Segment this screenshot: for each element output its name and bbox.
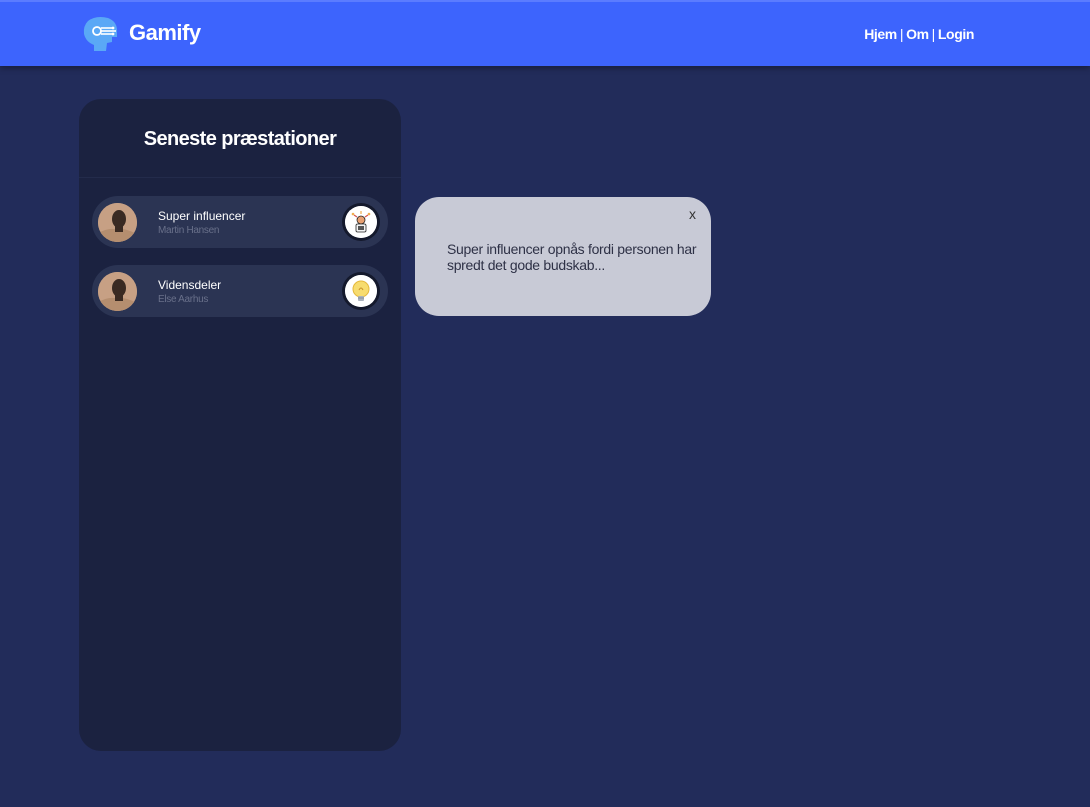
- achievement-user: Else Aarhus: [158, 294, 209, 305]
- avatar: [98, 203, 137, 242]
- megaphone-person-icon: [342, 203, 380, 241]
- achievement-description-popup: x Super influencer opnås fordi personen …: [415, 197, 711, 316]
- nav-link-om[interactable]: Om: [906, 26, 929, 42]
- close-button[interactable]: x: [689, 206, 696, 222]
- nav-link-login[interactable]: Login: [938, 26, 975, 42]
- divider: [79, 177, 401, 178]
- achievement-item[interactable]: Super influencer Martin Hansen: [92, 196, 388, 248]
- achievement-user: Martin Hansen: [158, 225, 220, 236]
- achievements-panel: Seneste præstationer Super influencer Ma…: [79, 99, 401, 751]
- lightbulb-icon: [342, 272, 380, 310]
- panel-title: Seneste præstationer: [143, 128, 337, 150]
- nav-separator: |: [899, 26, 904, 42]
- top-navbar: Gamify Hjem | Om | Login: [0, 0, 1090, 66]
- nav-separator: |: [931, 26, 936, 42]
- popup-description: Super influencer opnås fordi personen ha…: [447, 241, 697, 273]
- robot-head-icon[interactable]: [80, 15, 120, 55]
- avatar: [98, 272, 137, 311]
- nav-link-hjem[interactable]: Hjem: [864, 26, 897, 42]
- brand-name[interactable]: Gamify: [129, 20, 201, 46]
- achievement-title: Vidensdeler: [158, 278, 222, 292]
- achievement-item[interactable]: Vidensdeler Else Aarhus: [92, 265, 388, 317]
- main-nav: Hjem | Om | Login: [864, 26, 974, 42]
- achievement-title: Super influencer: [158, 209, 246, 223]
